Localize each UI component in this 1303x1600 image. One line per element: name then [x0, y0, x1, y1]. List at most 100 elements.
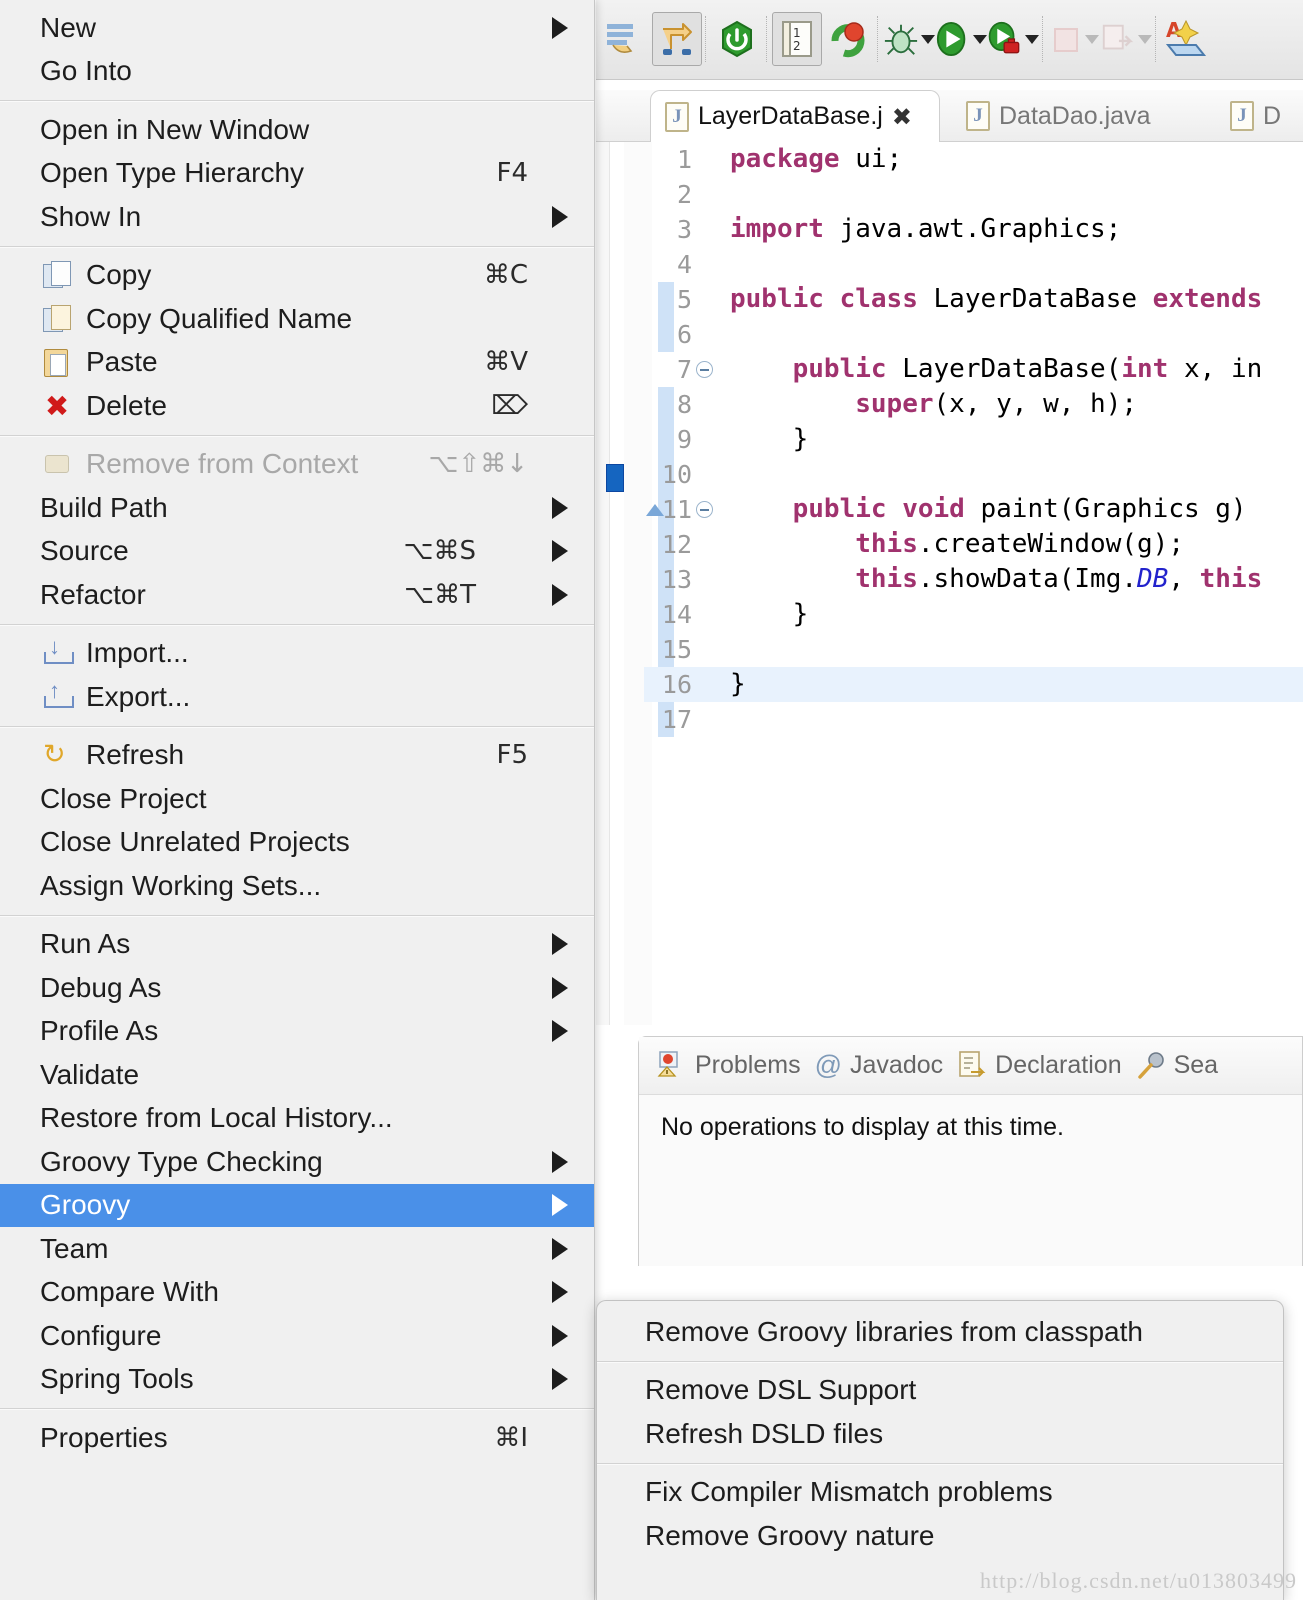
build-icon[interactable] [822, 10, 874, 68]
next-annotation-icon[interactable] [1100, 10, 1152, 68]
editor-tab-layerdatabase[interactable]: LayerDataBase.j ✖ [650, 90, 940, 142]
menu-item-team[interactable]: Team [0, 1227, 594, 1271]
editor-tab-datadao[interactable]: DataDao.java [952, 90, 1182, 142]
override-marker-icon [646, 504, 664, 516]
chevron-down-icon[interactable] [921, 34, 935, 44]
editor-tab-third[interactable]: D [1216, 90, 1303, 142]
new-java-class-icon[interactable]: 1 2 [772, 12, 822, 66]
chevron-down-icon[interactable] [1085, 34, 1099, 44]
menu-item-paste[interactable]: Paste ⌘V [0, 341, 594, 385]
chevron-right-icon [552, 205, 568, 228]
menu-item-groovy-type-checking[interactable]: Groovy Type Checking [0, 1140, 594, 1184]
menu-item-label: Validate [40, 1058, 140, 1090]
menu-item-go-into[interactable]: Go Into [0, 50, 594, 94]
menu-item-new[interactable]: New [0, 6, 594, 50]
menu-item-delete[interactable]: ✖ Delete ⌦ [0, 384, 594, 428]
import-icon [43, 634, 74, 667]
chevron-right-icon [552, 1368, 568, 1391]
menu-item-compare-with[interactable]: Compare With [0, 1271, 594, 1315]
debug-icon[interactable] [883, 10, 935, 68]
menu-item-spring-tools[interactable]: Spring Tools [0, 1358, 594, 1402]
submenu-item-remove-dsl-support[interactable]: Remove DSL Support [597, 1369, 1283, 1413]
menu-item-label: Properties [40, 1421, 168, 1453]
menu-item-export[interactable]: Export... [0, 675, 594, 719]
menu-separator [0, 725, 594, 727]
menu-item-remove-from-context: Remove from Context ⌥⇧⌘↓ [0, 443, 594, 487]
menu-item-label: Delete [86, 389, 167, 421]
run-external-tools-icon[interactable] [987, 10, 1039, 68]
menu-item-source[interactable]: Source ⌥⌘S [0, 530, 594, 574]
line-number: 12 [661, 530, 692, 559]
watermark: http://blog.csdn.net/u013803499 [980, 1568, 1297, 1593]
open-task-icon[interactable] [652, 12, 702, 66]
menu-item-copy-qualified-name[interactable]: Copy Qualified Name [0, 297, 594, 341]
menu-item-profile-as[interactable]: Profile As [0, 1010, 594, 1054]
tab-declaration[interactable]: Declaration [953, 1050, 1125, 1082]
javadoc-icon: @ [814, 1050, 843, 1080]
menu-item-open-type-hierarchy[interactable]: Open Type Hierarchy F4 [0, 152, 594, 196]
fold-collapse-icon[interactable] [696, 501, 713, 518]
line-text: } [730, 424, 809, 454]
menu-item-label: Configure [40, 1319, 162, 1351]
menu-item-label: Export... [86, 680, 191, 712]
menu-item-groovy[interactable]: Groovy [0, 1183, 594, 1227]
menu-item-build-path[interactable]: Build Path [0, 486, 594, 530]
menu-item-import[interactable]: Import... [0, 632, 594, 676]
svg-text:1: 1 [793, 26, 801, 40]
menu-item-refactor[interactable]: Refactor ⌥⌘T [0, 573, 594, 617]
svg-text:2: 2 [793, 39, 801, 53]
submenu-item-remove-groovy-libraries[interactable]: Remove Groovy libraries from classpath [597, 1310, 1283, 1354]
menu-item-accelerator: ⌘V [484, 347, 528, 378]
overview-ruler[interactable] [596, 142, 610, 1025]
open-perspective-icon[interactable]: A [1161, 10, 1213, 68]
line-number: 2 [676, 180, 692, 209]
chevron-down-icon[interactable] [1138, 34, 1152, 44]
submenu-item-fix-compiler-mismatch[interactable]: Fix Compiler Mismatch problems [597, 1471, 1283, 1515]
menu-item-label: Go Into [40, 55, 132, 87]
menu-item-open-in-new-window[interactable]: Open in New Window [0, 108, 594, 152]
fold-collapse-icon[interactable] [696, 361, 713, 378]
menu-item-copy[interactable]: Copy ⌘C [0, 254, 594, 298]
bookmark-marker-icon[interactable] [606, 464, 624, 492]
code-editor[interactable]: 1 package ui; 2 3 import java.awt.Graphics… [596, 142, 1303, 1025]
close-icon[interactable]: ✖ [892, 105, 912, 129]
terminate-icon[interactable] [711, 10, 763, 68]
menu-item-accelerator: ⌘I [494, 1422, 528, 1453]
menu-item-close-project[interactable]: Close Project [0, 777, 594, 821]
menu-item-debug-as[interactable]: Debug As [0, 966, 594, 1010]
line-number: 8 [676, 390, 692, 419]
tab-javadoc[interactable]: @ Javadoc [811, 1050, 948, 1081]
tab-search[interactable]: Sea [1132, 1050, 1222, 1082]
code-line: 12 this.createWindow(g); [644, 527, 1303, 562]
menu-item-label: Refresh [86, 739, 185, 771]
tab-problems[interactable]: Problems [653, 1049, 805, 1083]
chevron-down-icon[interactable] [973, 34, 987, 44]
run-icon[interactable] [935, 10, 987, 68]
menu-item-refresh[interactable]: ↻ Refresh F5 [0, 734, 594, 778]
menu-item-configure[interactable]: Configure [0, 1314, 594, 1358]
editor-tab-label: D [1263, 101, 1282, 130]
stop-icon[interactable] [1048, 10, 1100, 68]
code-lines[interactable]: 1 package ui; 2 3 import java.awt.Graphics… [644, 142, 1303, 1025]
bottom-tab-label: Sea [1173, 1051, 1219, 1079]
groovy-submenu[interactable]: Remove Groovy libraries from classpath R… [596, 1300, 1284, 1600]
line-number: 17 [661, 705, 692, 734]
chevron-down-icon[interactable] [1025, 34, 1039, 44]
toolbar-separator [1155, 16, 1158, 62]
menu-item-close-unrelated-projects[interactable]: Close Unrelated Projects [0, 821, 594, 865]
chevron-right-icon [552, 496, 568, 519]
paste-icon [43, 348, 71, 378]
submenu-item-remove-groovy-nature[interactable]: Remove Groovy nature [597, 1514, 1283, 1558]
code-line: 16} [644, 667, 1303, 702]
menu-item-restore-from-local-history[interactable]: Restore from Local History... [0, 1097, 594, 1141]
context-menu[interactable]: New Go Into Open in New Window Open Type… [0, 0, 595, 1600]
skip-breakpoints-icon[interactable] [600, 10, 652, 68]
menu-item-show-in[interactable]: Show In [0, 195, 594, 239]
menu-item-validate[interactable]: Validate [0, 1053, 594, 1097]
menu-item-properties[interactable]: Properties ⌘I [0, 1416, 594, 1460]
line-text: import java.awt.Graphics; [730, 214, 1122, 244]
menu-item-run-as[interactable]: Run As [0, 923, 594, 967]
menu-item-label: Restore from Local History... [40, 1102, 393, 1134]
menu-item-assign-working-sets[interactable]: Assign Working Sets... [0, 864, 594, 908]
submenu-item-refresh-dsld-files[interactable]: Refresh DSLD files [597, 1412, 1283, 1456]
